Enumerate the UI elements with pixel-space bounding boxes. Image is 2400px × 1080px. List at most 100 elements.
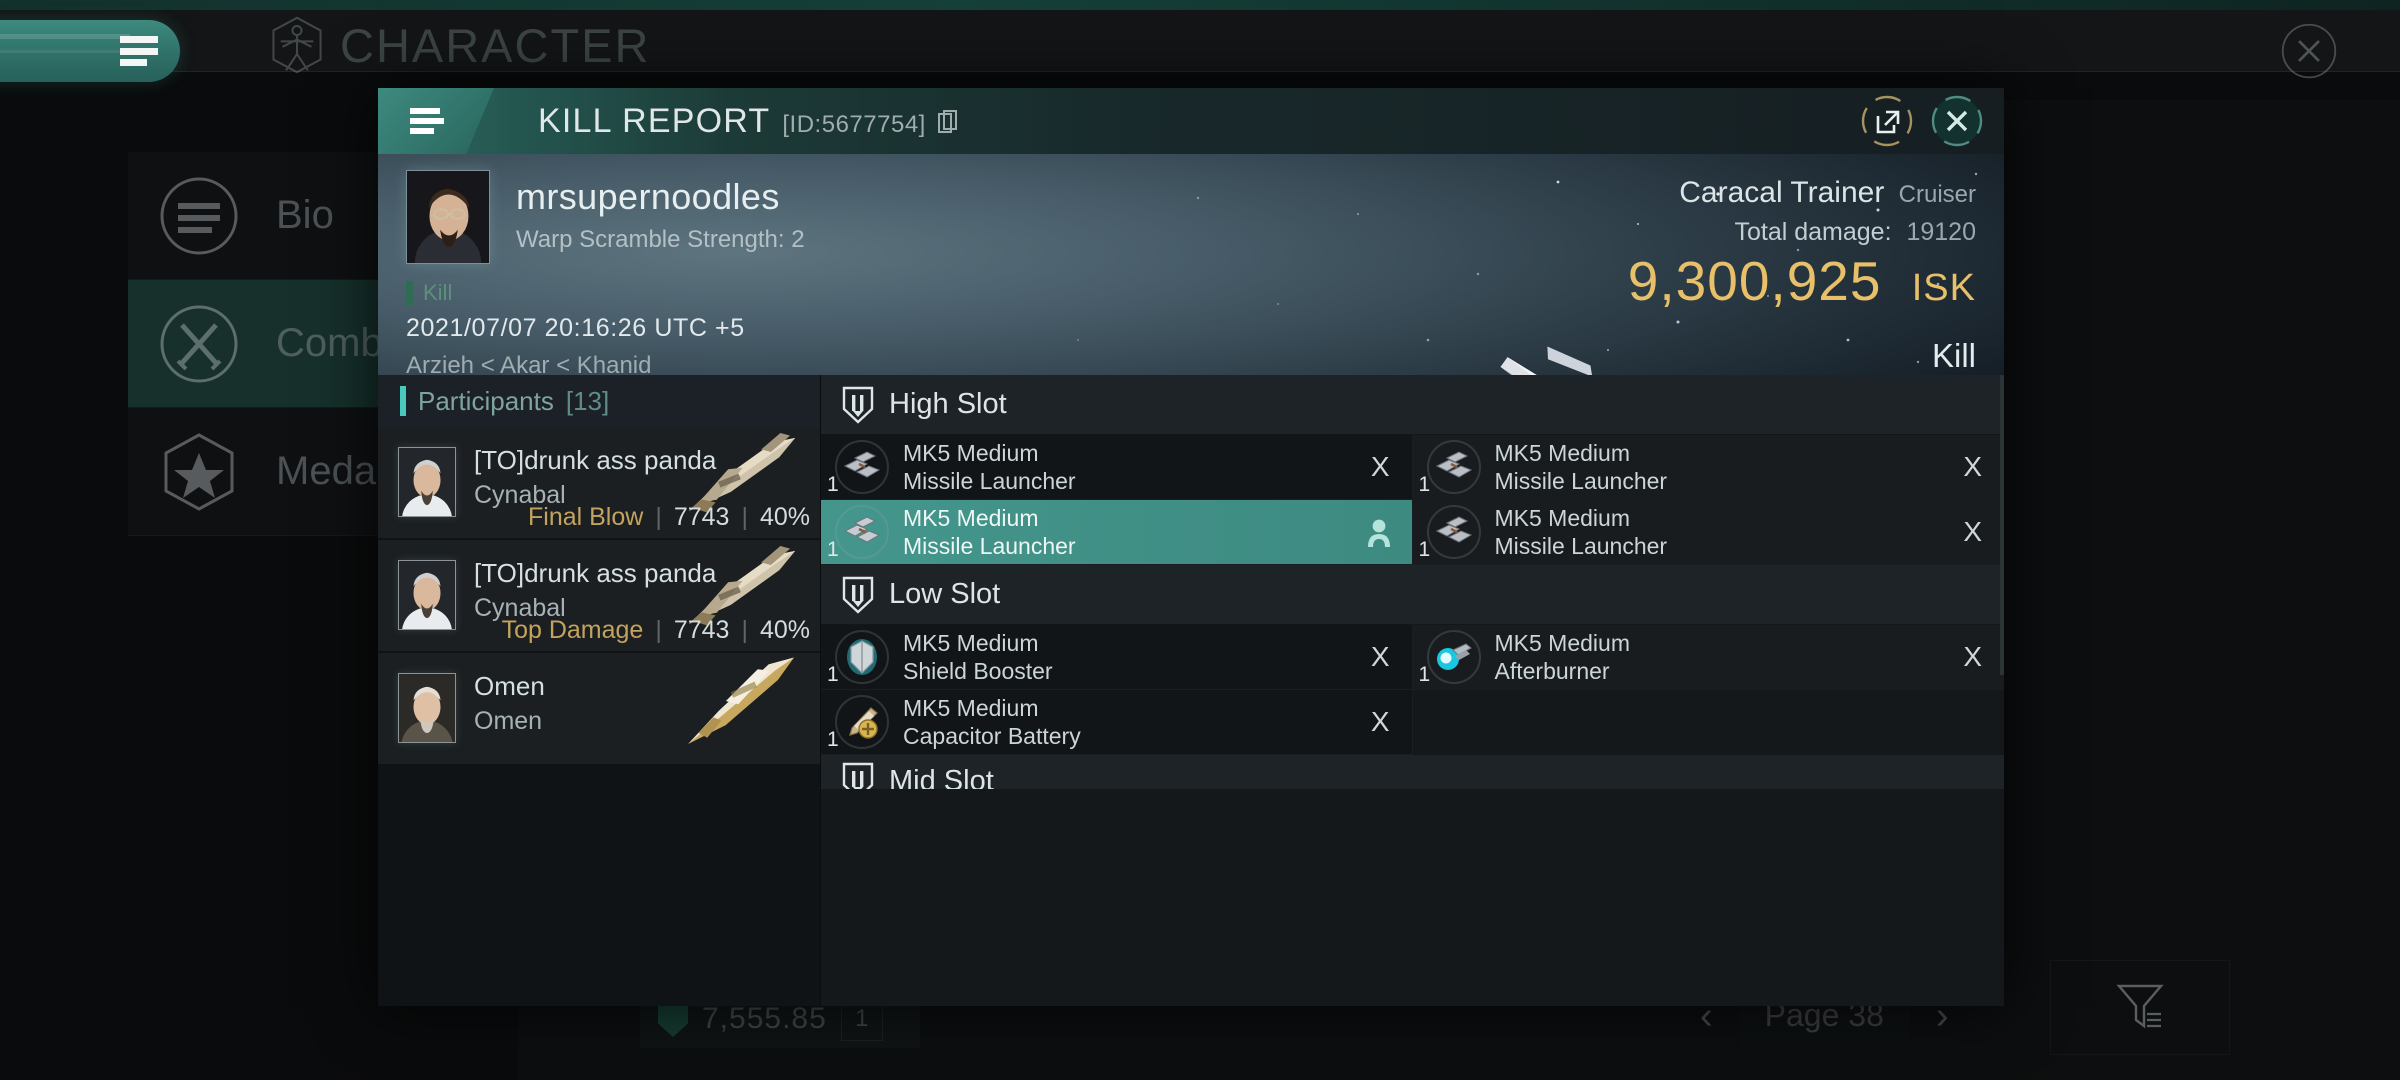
victim-ship: Caracal Trainer Cruiser: [1628, 176, 1976, 210]
isk-unit: ISK: [1911, 267, 1976, 309]
section-title: Low Slot: [889, 578, 1001, 610]
slot-shield-icon: [841, 575, 875, 615]
kill-timestamp: 2021/07/07 20:16:26 UTC +5: [406, 314, 745, 342]
sidebar-item-label: Bio: [276, 193, 334, 237]
pill-sheen-2: [0, 50, 130, 53]
missile-launcher-icon: [1423, 501, 1485, 563]
remove-item-button[interactable]: X: [1371, 451, 1390, 483]
fitting-slot[interactable]: 1 MK5 Medium Missile Launcher X: [1412, 500, 2004, 565]
high-slot-grid: 1 MK5 Medium Missile Launcher X 1 MK5 Me…: [821, 435, 2004, 565]
fitting-slot[interactable]: 1 MK5 Medium Shield Booster X: [821, 625, 1413, 690]
slot-item-name: MK5 Medium Missile Launcher: [903, 504, 1076, 559]
hamburger-icon: [120, 36, 158, 66]
participant-percent: 40%: [759, 503, 810, 531]
person-icon[interactable]: [1366, 517, 1392, 547]
external-link-icon[interactable]: [1860, 94, 1914, 148]
crossed-swords-icon: [158, 303, 240, 385]
avatar[interactable]: [406, 170, 490, 264]
slot-item-name: MK5 Medium Afterburner: [1494, 629, 1630, 684]
missile-launcher-icon: [1423, 436, 1485, 498]
table-row[interactable]: [TO]drunk ass panda Cynabal Final Blow |…: [378, 427, 820, 540]
pilot-name: mrsupernoodles: [516, 176, 780, 217]
slot-quantity: 1: [827, 473, 839, 496]
kill-tag: Kill: [406, 280, 452, 306]
list-lines-icon: [158, 175, 240, 257]
avatar: [398, 673, 456, 743]
slot-item-name: MK5 Medium Missile Launcher: [1494, 439, 1668, 494]
fitting-slot[interactable]: 1 MK5 Medium Afterburner X: [1412, 625, 2004, 690]
afterburner-icon: [1423, 626, 1485, 688]
total-damage-label: Total damage:: [1734, 218, 1892, 246]
slot-quantity: 1: [827, 663, 839, 686]
remove-item-button[interactable]: X: [1371, 641, 1390, 673]
pilot-text: mrsupernoodles Warp Scramble Strength: 2: [516, 170, 805, 264]
total-damage: Total damage: 19120: [1628, 218, 1976, 247]
stat-separator: |: [741, 616, 748, 644]
fitting-slot[interactable]: 1 MK5 Medium Capacitor Battery X: [821, 690, 1413, 755]
ship-name: Caracal Trainer: [1679, 176, 1885, 209]
participant-name: Omen: [474, 671, 545, 701]
filter-button[interactable]: [2050, 960, 2230, 1055]
fitting-slot[interactable]: 1 MK5 Medium Missile Launcher X: [1412, 435, 2004, 500]
close-icon[interactable]: [2280, 22, 2338, 80]
slot-shield-icon: [841, 761, 875, 789]
table-row[interactable]: Omen Omen: [378, 653, 820, 766]
shield-icon: [658, 1001, 688, 1037]
participant-stats: Top Damage | 7743 | 40%: [502, 616, 810, 645]
table-row[interactable]: [TO]drunk ass panda Cynabal Top Damage |…: [378, 540, 820, 653]
participant-percent: 40%: [759, 616, 810, 644]
vitruvian-man-icon: [268, 16, 326, 74]
slot-quantity: 1: [827, 538, 839, 561]
dialog-header-actions: [1860, 94, 1984, 148]
remove-item-button[interactable]: X: [1963, 451, 1982, 483]
kill-summary-banner: mrsupernoodles Warp Scramble Strength: 2…: [378, 154, 2004, 375]
participants-header: Participants [13]: [378, 375, 820, 427]
top-accent-strip: [0, 0, 2400, 10]
slot-shield-icon: [841, 385, 875, 425]
fitting-slot[interactable]: 1 MK5 Medium Missile Launcher X: [821, 435, 1413, 500]
remove-item-button[interactable]: X: [1963, 516, 1982, 548]
shield-booster-icon: [831, 626, 893, 688]
filter-funnel-icon: [2113, 978, 2167, 1037]
participants-panel: Participants [13] [TO]drunk ass panda Cy…: [378, 375, 821, 1006]
dialog-body: Participants [13] [TO]drunk ass panda Cy…: [378, 375, 2004, 1006]
fitting-slot-selected[interactable]: 1 MK5 Medium Missile Launcher: [821, 500, 1413, 565]
remove-item-button[interactable]: X: [1963, 641, 1982, 673]
slot-quantity: 1: [827, 728, 839, 751]
stat-separator: |: [741, 503, 748, 531]
pilot-block: mrsupernoodles Warp Scramble Strength: 2: [406, 170, 805, 264]
close-icon[interactable]: [1930, 94, 1984, 148]
participants-title: Participants: [418, 385, 554, 416]
remove-item-button[interactable]: X: [1371, 706, 1390, 738]
kill-tag-label: Kill: [423, 280, 453, 305]
participant-ship: Omen: [474, 707, 543, 735]
dialog-title: KILL REPORT: [538, 102, 771, 140]
slot-item-name: MK5 Medium Missile Launcher: [903, 439, 1076, 494]
slot-item-name: MK5 Medium Shield Booster: [903, 629, 1053, 684]
capacitor-battery-icon: [831, 691, 893, 753]
missile-launcher-icon: [831, 501, 893, 563]
copy-icon[interactable]: [937, 110, 958, 134]
dialog-menu-button[interactable]: [378, 88, 494, 154]
section-title: Mid Slot: [889, 764, 994, 790]
isk-amount: 9,300,925: [1627, 250, 1882, 312]
omen-ship: [688, 657, 795, 745]
report-id: [ID:5677754]: [782, 111, 926, 138]
slot-item-name: MK5 Medium Missile Launcher: [1494, 504, 1668, 559]
fitting-scrollbar[interactable]: [2000, 375, 2004, 675]
ship-class: Cruiser: [1898, 181, 1976, 208]
stat-separator: |: [655, 503, 662, 531]
section-title: High Slot: [889, 388, 1007, 420]
global-menu-button[interactable]: [0, 20, 180, 82]
isk-value: 9,300,925 ISK: [1627, 250, 1976, 312]
hamburger-icon: [410, 108, 444, 134]
section-header-high-slot: High Slot: [821, 375, 2004, 435]
kill-location: Arzieh < Akar < Khanid: [406, 352, 652, 375]
participant-stats: Final Blow | 7743 | 40%: [528, 503, 810, 532]
participant-tag: Top Damage: [501, 616, 644, 644]
slot-quantity: 1: [1418, 663, 1431, 686]
list-item-value: 7,555.85: [702, 1002, 827, 1035]
kill-report-dialog: KILL REPORT [ID:5677754] mrsupernoodles …: [378, 88, 2004, 1006]
section-header-mid-slot: Mid Slot: [821, 755, 2004, 789]
participant-tag: Final Blow: [528, 503, 644, 531]
